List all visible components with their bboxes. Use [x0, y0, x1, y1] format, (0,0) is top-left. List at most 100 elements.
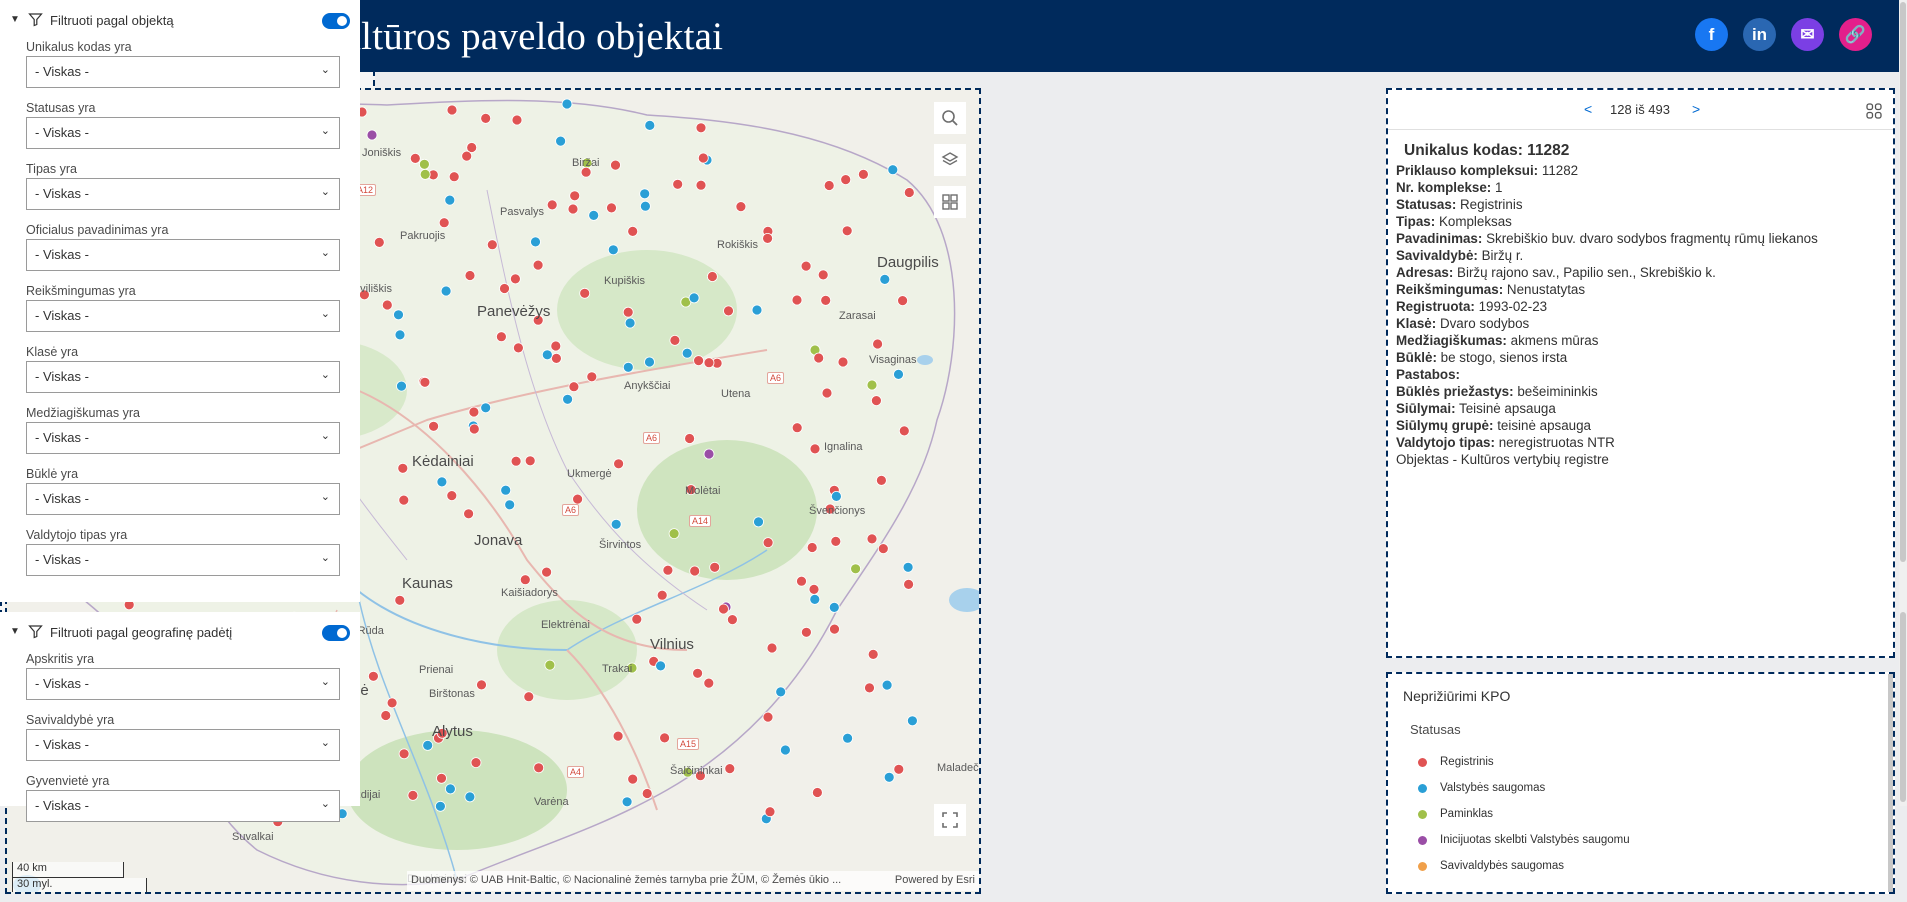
map-feature-point[interactable] [546, 199, 558, 211]
map-feature-point[interactable] [419, 376, 431, 388]
previous-feature-button[interactable]: < [1584, 101, 1592, 117]
map-feature-point[interactable] [823, 180, 835, 191]
list-view-icon[interactable] [1865, 102, 1883, 120]
filter-select[interactable]: - Viskas - ⌄ [26, 117, 340, 149]
map-feature-point[interactable] [418, 158, 430, 170]
map-feature-point[interactable] [586, 371, 598, 383]
map-feature-point[interactable] [659, 732, 670, 744]
filter-select[interactable]: - Viskas - ⌄ [26, 483, 340, 515]
next-feature-button[interactable]: > [1692, 101, 1700, 117]
map-feature-point[interactable] [463, 508, 475, 520]
map-feature-point[interactable] [436, 476, 448, 488]
map-feature-point[interactable] [644, 120, 656, 131]
map-feature-point[interactable] [510, 455, 522, 467]
layers-button[interactable] [934, 144, 966, 176]
map-feature-point[interactable] [448, 171, 460, 183]
map-feature-point[interactable] [718, 603, 729, 615]
map-feature-point[interactable] [809, 443, 821, 455]
map-feature-point[interactable] [569, 190, 581, 202]
map-feature-point[interactable] [693, 355, 704, 367]
map-feature-point[interactable] [610, 518, 622, 530]
map-feature-point[interactable] [668, 528, 680, 540]
map-feature-point[interactable] [697, 152, 709, 164]
map-feature-point[interactable] [902, 561, 914, 573]
map-feature-point[interactable] [500, 484, 512, 496]
map-feature-point[interactable] [627, 773, 639, 785]
filter-select[interactable]: - Viskas - ⌄ [26, 790, 340, 822]
map-feature-point[interactable] [579, 287, 591, 299]
map-feature-point[interactable] [656, 589, 668, 601]
map-feature-point[interactable] [893, 763, 905, 775]
map-feature-point[interactable] [567, 203, 579, 215]
map-feature-point[interactable] [511, 114, 523, 126]
map-feature-point[interactable] [428, 420, 440, 432]
map-feature-point[interactable] [662, 564, 674, 576]
map-feature-point[interactable] [883, 771, 895, 783]
map-feature-point[interactable] [780, 744, 791, 756]
map-feature-point[interactable] [386, 697, 398, 709]
map-feature-point[interactable] [373, 236, 385, 248]
map-feature-point[interactable] [398, 494, 410, 506]
map-feature-point[interactable] [613, 458, 624, 470]
map-feature-point[interactable] [444, 194, 456, 206]
filter-group-toggle[interactable] [322, 625, 350, 641]
link-icon[interactable]: 🔗 [1839, 18, 1872, 51]
map-feature-point[interactable] [419, 169, 431, 180]
map-feature-point[interactable] [809, 593, 821, 605]
map-feature-point[interactable] [409, 153, 421, 164]
map-feature-point[interactable] [464, 791, 476, 803]
map-feature-point[interactable] [381, 299, 393, 311]
map-feature-point[interactable] [476, 679, 487, 691]
map-feature-point[interactable] [607, 244, 619, 256]
map-feature-point[interactable] [692, 667, 703, 679]
map-feature-point[interactable] [509, 273, 521, 285]
map-feature-point[interactable] [898, 425, 910, 437]
filter-select[interactable]: - Viskas - ⌄ [26, 56, 340, 88]
map-feature-point[interactable] [800, 260, 812, 272]
map-feature-point[interactable] [366, 129, 378, 141]
map-feature-point[interactable] [858, 169, 869, 180]
map-feature-point[interactable] [871, 395, 882, 407]
filter-select[interactable]: - Viskas - ⌄ [26, 300, 340, 332]
filter-select[interactable]: - Viskas - ⌄ [26, 361, 340, 393]
map-feature-point[interactable] [440, 285, 452, 297]
map-feature-point[interactable] [407, 790, 419, 801]
map-feature-point[interactable] [837, 356, 849, 368]
collapse-icon[interactable]: ▼ [10, 626, 20, 637]
map-feature-point[interactable] [897, 295, 908, 307]
map-feature-point[interactable] [866, 533, 878, 545]
map-feature-point[interactable] [555, 135, 566, 147]
map-feature-point[interactable] [627, 225, 639, 237]
map-feature-point[interactable] [639, 188, 651, 200]
map-feature-point[interactable] [689, 565, 701, 577]
linkedin-icon[interactable]: in [1743, 18, 1776, 51]
map-feature-point[interactable] [850, 563, 861, 575]
map-feature-point[interactable] [703, 677, 715, 689]
map-feature-point[interactable] [695, 122, 707, 134]
map-feature-point[interactable] [480, 402, 492, 414]
map-feature-point[interactable] [707, 271, 718, 282]
map-feature-point[interactable] [495, 331, 507, 343]
filter-select[interactable]: - Viskas - ⌄ [26, 239, 340, 271]
map-feature-point[interactable] [876, 474, 887, 486]
map-feature-point[interactable] [669, 334, 681, 346]
basemap-gallery-button[interactable] [934, 186, 966, 218]
map-feature-point[interactable] [762, 537, 774, 549]
map-feature-point[interactable] [808, 583, 820, 595]
map-feature-point[interactable] [903, 187, 915, 198]
map-feature-point[interactable] [380, 710, 392, 721]
map-feature-point[interactable] [796, 575, 807, 587]
map-feature-point[interactable] [872, 338, 883, 350]
map-feature-point[interactable] [504, 499, 516, 511]
map-feature-point[interactable] [672, 178, 684, 190]
map-feature-point[interactable] [879, 273, 891, 285]
map-feature-point[interactable] [621, 796, 633, 808]
map-feature-point[interactable] [486, 239, 498, 251]
map-feature-point[interactable] [523, 691, 535, 703]
filter-group-header[interactable]: ▼ Filtruoti pagal geografinę padėtį [0, 612, 360, 652]
map-feature-point[interactable] [519, 574, 531, 586]
map-feature-point[interactable] [655, 660, 666, 672]
search-button[interactable] [934, 102, 966, 134]
map-feature-point[interactable] [828, 602, 840, 613]
map-feature-point[interactable] [512, 342, 524, 354]
